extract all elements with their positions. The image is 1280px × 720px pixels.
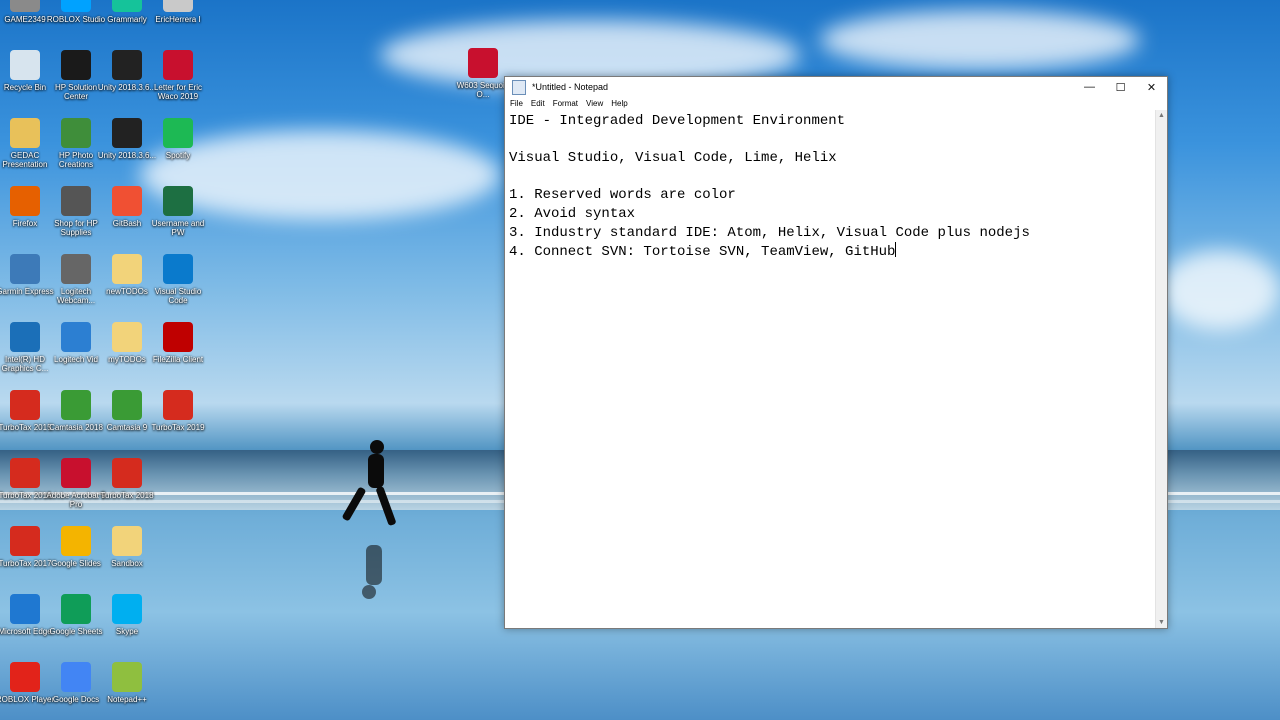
turbotax-icon xyxy=(163,390,193,420)
editor-line: IDE - Integraded Development Environment xyxy=(509,113,846,129)
editor-line: 3. Industry standard IDE: Atom, Helix, V… xyxy=(509,224,1030,241)
vscode-icon xyxy=(163,254,193,284)
game-icon xyxy=(10,0,40,12)
pdf-icon xyxy=(61,458,91,488)
desktop-shortcut[interactable]: FileZilla Client xyxy=(148,322,208,364)
intel-icon xyxy=(10,322,40,352)
desktop-shortcut[interactable]: Sandbox xyxy=(97,526,157,568)
scroll-down-arrow-icon[interactable]: ▼ xyxy=(1156,617,1167,628)
gitbash-icon xyxy=(112,186,142,216)
edge-icon xyxy=(10,594,40,624)
firefox-icon xyxy=(10,186,40,216)
google-docs-icon xyxy=(61,662,91,692)
desktop-shortcut-label: Skype xyxy=(115,627,139,636)
filezilla-icon xyxy=(163,322,193,352)
menu-bar: File Edit Format View Help xyxy=(505,97,1167,110)
desktop-shortcut[interactable]: Notepad++ xyxy=(97,662,157,704)
grammarly-icon xyxy=(112,0,142,12)
wallpaper-cloud xyxy=(820,10,1140,70)
minimize-button[interactable]: — xyxy=(1074,77,1105,97)
menu-help[interactable]: Help xyxy=(611,99,627,108)
desktop-shortcut-label: FileZilla Client xyxy=(152,355,204,364)
printer-icon xyxy=(61,186,91,216)
turbotax-icon xyxy=(10,390,40,420)
folder-icon xyxy=(112,526,142,556)
unity-icon xyxy=(112,50,142,80)
desktop-shortcut-label: TurboTax 2018 xyxy=(100,491,154,500)
desktop-shortcut-label: Sandbox xyxy=(111,559,143,568)
turbotax-icon xyxy=(10,526,40,556)
notepad-window[interactable]: *Untitled - Notepad — ☐ ✕ File Edit Form… xyxy=(504,76,1168,629)
text-editor[interactable]: IDE - Integraded Development Environment… xyxy=(505,110,1156,628)
desktop-shortcut-label: Spotify xyxy=(165,151,191,160)
wallpaper-cloud xyxy=(1160,250,1280,330)
desktop-shortcut-label: Letter for Eric Waco 2019 xyxy=(153,83,202,101)
roblox-icon xyxy=(10,662,40,692)
hp-icon xyxy=(61,50,91,80)
menu-view[interactable]: View xyxy=(586,99,603,108)
photo-icon xyxy=(61,118,91,148)
text-caret xyxy=(895,242,897,258)
folder-icon xyxy=(112,322,142,352)
desktop-shortcut-label: Visual Studio Code xyxy=(154,287,202,305)
editor-line: 2. Avoid syntax xyxy=(509,205,636,222)
editor-line-current: 4. Connect SVN: Tortoise SVN, TeamView, … xyxy=(509,242,1152,262)
recycle-bin-icon xyxy=(10,50,40,80)
logitech-vid-icon xyxy=(61,322,91,352)
turbotax-icon xyxy=(112,458,142,488)
garmin-icon xyxy=(10,254,40,284)
folder-icon xyxy=(112,254,142,284)
camtasia-icon xyxy=(112,390,142,420)
title-bar[interactable]: *Untitled - Notepad — ☐ ✕ xyxy=(505,77,1167,97)
menu-format[interactable]: Format xyxy=(553,99,578,108)
turbotax-icon xyxy=(10,458,40,488)
desktop-shortcut[interactable]: Skype xyxy=(97,594,157,636)
menu-edit[interactable]: Edit xyxy=(531,99,545,108)
editor-line: 1. Reserved words are color xyxy=(509,187,736,204)
vertical-scrollbar[interactable]: ▲ ▼ xyxy=(1155,110,1167,628)
maximize-button[interactable]: ☐ xyxy=(1105,77,1136,97)
scroll-up-arrow-icon[interactable]: ▲ xyxy=(1156,110,1167,121)
menu-file[interactable]: File xyxy=(510,99,523,108)
desktop-shortcut-label: Username and PW xyxy=(151,219,205,237)
close-button[interactable]: ✕ xyxy=(1136,77,1167,97)
unity-icon xyxy=(112,118,142,148)
google-slides-icon xyxy=(61,526,91,556)
notepad-app-icon xyxy=(512,79,526,95)
editor-line: Visual Studio, Visual Code, Lime, Helix xyxy=(509,150,837,167)
webcam-icon xyxy=(61,254,91,284)
desktop-shortcut[interactable]: Visual Studio Code xyxy=(148,254,208,305)
excel-icon xyxy=(163,186,193,216)
skype-icon xyxy=(112,594,142,624)
desktop-shortcut-label: TurboTax 2019 xyxy=(151,423,205,432)
spotify-icon xyxy=(163,118,193,148)
pdf-icon xyxy=(468,48,498,78)
desktop-shortcut[interactable]: TurboTax 2018 xyxy=(97,458,157,500)
desktop-shortcut[interactable]: TurboTax 2019 xyxy=(148,390,208,432)
desktop-shortcut[interactable]: Letter for Eric Waco 2019 xyxy=(148,50,208,101)
desktop-shortcut-label: EricHerrera I xyxy=(155,15,201,24)
desktop: GAME2349 Recycle Bin GEDAC Presentation Fir… xyxy=(0,0,1280,720)
roblox-studio-icon xyxy=(61,0,91,12)
notepadpp-icon xyxy=(112,662,142,692)
user-folder-icon xyxy=(163,0,193,12)
desktop-shortcut[interactable]: EricHerrera I xyxy=(148,0,208,24)
desktop-shortcut[interactable]: Spotify xyxy=(148,118,208,160)
pdf-icon xyxy=(163,50,193,80)
desktop-shortcut[interactable]: Username and PW xyxy=(148,186,208,237)
window-title: *Untitled - Notepad xyxy=(532,82,609,92)
desktop-shortcut-label: Notepad++ xyxy=(107,695,147,704)
editor-line-text: 4. Connect SVN: Tortoise SVN, TeamView, … xyxy=(509,244,896,261)
google-sheets-icon xyxy=(61,594,91,624)
folder-icon xyxy=(10,118,40,148)
camtasia-icon xyxy=(61,390,91,420)
